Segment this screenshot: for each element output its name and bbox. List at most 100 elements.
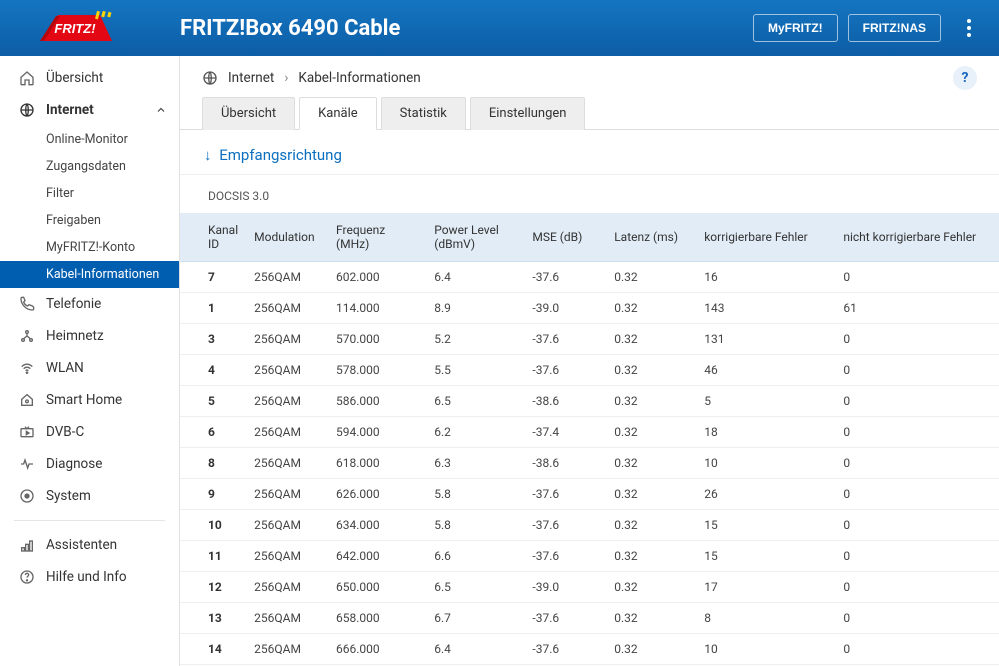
table-cell: -37.6 <box>524 479 606 510</box>
column-header: nicht korrigierbare Fehler <box>835 213 999 262</box>
breadcrumb-leaf: Kabel-Informationen <box>298 70 420 86</box>
table-cell: 594.000 <box>328 417 426 448</box>
table-cell: 15 <box>696 541 835 572</box>
sidebar-sub-freigaben[interactable]: Freigaben <box>0 207 179 234</box>
sidebar-sub-online-monitor[interactable]: Online-Monitor <box>0 126 179 153</box>
sidebar-item-telefonie[interactable]: Telefonie <box>0 288 179 320</box>
table-cell: 131 <box>696 324 835 355</box>
table-cell: 8 <box>696 603 835 634</box>
table-cell: 6.4 <box>426 262 524 293</box>
sidebar-item-heimnetz[interactable]: Heimnetz <box>0 320 179 352</box>
sidebar-item-label: DVB-C <box>46 424 84 440</box>
table-cell: 0.32 <box>606 603 696 634</box>
main-content: Internet › Kabel-Informationen ? Übersic… <box>180 56 999 666</box>
table-cell: 26 <box>696 479 835 510</box>
chevron-right-icon: › <box>284 70 288 86</box>
help-button[interactable]: ? <box>953 66 977 90</box>
sidebar-sub-kabel-informationen[interactable]: Kabel-Informationen <box>0 261 179 288</box>
section-heading-text: Empfangsrichtung <box>219 146 342 164</box>
home-icon <box>18 69 36 87</box>
table-cell: 0.32 <box>606 541 696 572</box>
table-cell: 256QAM <box>246 355 328 386</box>
diag-icon <box>18 455 36 473</box>
table-cell: 1 <box>180 293 246 324</box>
docsis-label: DOCSIS 3.0 <box>180 174 999 213</box>
table-cell: 586.000 <box>328 386 426 417</box>
table-cell: 256QAM <box>246 479 328 510</box>
table-cell: 46 <box>696 355 835 386</box>
phone-icon <box>18 295 36 313</box>
table-cell: 5.8 <box>426 479 524 510</box>
table-cell: 3 <box>180 324 246 355</box>
table-cell: 9 <box>180 479 246 510</box>
table-cell: 642.000 <box>328 541 426 572</box>
table-cell: -37.6 <box>524 603 606 634</box>
sidebar-item-label: WLAN <box>46 360 84 376</box>
table-cell: 0.32 <box>606 355 696 386</box>
table-cell: 256QAM <box>246 510 328 541</box>
sidebar-item-dvb-c[interactable]: DVB-C <box>0 416 179 448</box>
sidebar: ÜbersichtInternetOnline-MonitorZugangsda… <box>0 56 180 666</box>
table-cell: 0.32 <box>606 262 696 293</box>
tab-statistik[interactable]: Statistik <box>381 97 466 130</box>
sidebar-item-label: System <box>46 488 91 504</box>
table-cell: 0.32 <box>606 386 696 417</box>
table-cell: 0 <box>835 479 999 510</box>
table-cell: 14 <box>180 634 246 665</box>
table-cell: 10 <box>180 510 246 541</box>
app-header: FRITZ! FRITZ!Box 6490 Cable MyFRITZ! FRI… <box>0 0 999 56</box>
myfritz-button[interactable]: MyFRITZ! <box>753 14 838 42</box>
table-cell: 6.3 <box>426 448 524 479</box>
table-cell: -38.6 <box>524 448 606 479</box>
table-cell: 17 <box>696 572 835 603</box>
sidebar-item-assistenten[interactable]: Assistenten <box>0 529 179 561</box>
sidebar-item-system[interactable]: System <box>0 480 179 512</box>
sidebar-item-wlan[interactable]: WLAN <box>0 352 179 384</box>
table-row: 6256QAM594.0006.2-37.40.32180 <box>180 417 999 448</box>
sidebar-item-übersicht[interactable]: Übersicht <box>0 62 179 94</box>
table-cell: 0.32 <box>606 634 696 665</box>
sidebar-item-label: Hilfe und Info <box>46 569 127 585</box>
table-cell: 256QAM <box>246 541 328 572</box>
table-cell: 15 <box>696 510 835 541</box>
table-cell: 0.32 <box>606 417 696 448</box>
table-cell: -39.0 <box>524 572 606 603</box>
sidebar-sub-myfritz-konto[interactable]: MyFRITZ!-Konto <box>0 234 179 261</box>
sidebar-item-hilfe-und-info[interactable]: Hilfe und Info <box>0 561 179 593</box>
table-cell: 0.32 <box>606 293 696 324</box>
table-cell: 18 <box>696 417 835 448</box>
wifi-icon <box>18 359 36 377</box>
tab-einstellungen[interactable]: Einstellungen <box>470 97 586 130</box>
tv-icon <box>18 423 36 441</box>
sidebar-item-smart home[interactable]: Smart Home <box>0 384 179 416</box>
table-cell: 10 <box>696 634 835 665</box>
table-cell: 13 <box>180 603 246 634</box>
table-cell: 0 <box>835 355 999 386</box>
table-row: 5256QAM586.0006.5-38.60.3250 <box>180 386 999 417</box>
table-cell: 256QAM <box>246 417 328 448</box>
menu-dots-icon[interactable] <box>959 12 979 44</box>
sidebar-item-label: Smart Home <box>46 392 122 408</box>
table-cell: -37.6 <box>524 634 606 665</box>
sidebar-item-internet[interactable]: Internet <box>0 94 179 126</box>
table-cell: -37.4 <box>524 417 606 448</box>
tab-übersicht[interactable]: Übersicht <box>202 97 295 130</box>
sidebar-sub-zugangsdaten[interactable]: Zugangsdaten <box>0 153 179 180</box>
table-cell: 0 <box>835 417 999 448</box>
table-cell: 6.5 <box>426 386 524 417</box>
tab-kanäle[interactable]: Kanäle <box>299 97 377 130</box>
fritznas-button[interactable]: FRITZ!NAS <box>848 14 941 42</box>
table-cell: -37.6 <box>524 510 606 541</box>
table-cell: 0 <box>835 510 999 541</box>
table-cell: 6.6 <box>426 541 524 572</box>
table-row: 10256QAM634.0005.8-37.60.32150 <box>180 510 999 541</box>
table-cell: 256QAM <box>246 572 328 603</box>
table-cell: 256QAM <box>246 324 328 355</box>
sidebar-item-label: Assistenten <box>46 537 117 553</box>
sidebar-item-diagnose[interactable]: Diagnose <box>0 448 179 480</box>
table-cell: 5.8 <box>426 510 524 541</box>
sidebar-sub-filter[interactable]: Filter <box>0 180 179 207</box>
breadcrumb-root[interactable]: Internet <box>228 70 274 86</box>
table-cell: 256QAM <box>246 448 328 479</box>
table-row: 12256QAM650.0006.5-39.00.32170 <box>180 572 999 603</box>
